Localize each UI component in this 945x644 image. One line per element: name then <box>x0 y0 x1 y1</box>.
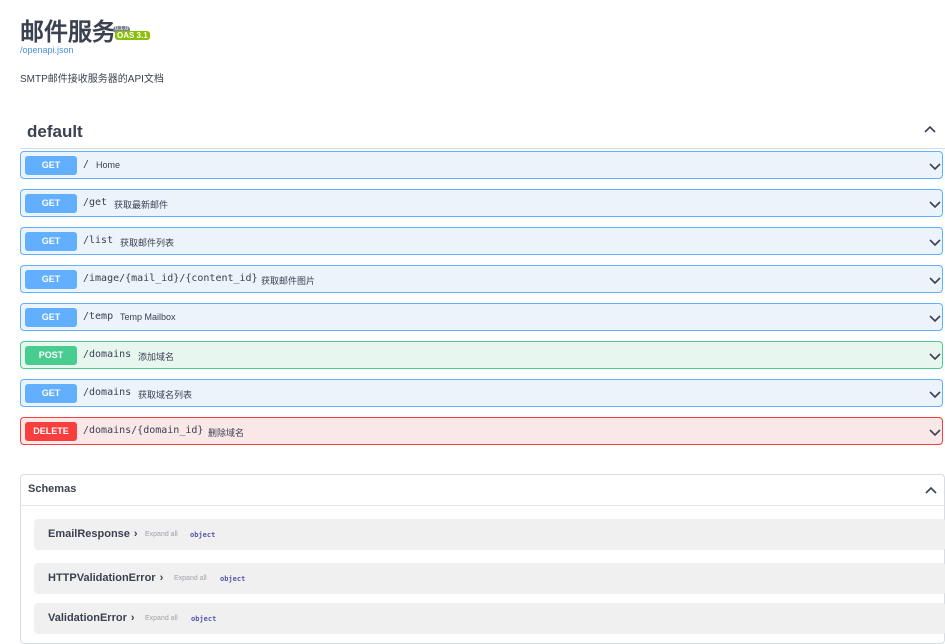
expand-all-button[interactable]: Expand all <box>145 615 178 622</box>
model-email-response[interactable]: EmailResponse › Expand all object <box>34 519 945 550</box>
operation-get-home[interactable]: GET / Home <box>20 151 943 179</box>
operation-get-image[interactable]: GET /image/{mail_id}/{content_id} 获取邮件图片 <box>20 265 943 293</box>
chevron-right-icon: › <box>133 528 138 540</box>
chevron-down-icon[interactable] <box>928 235 942 249</box>
operation-summary: 删除域名 <box>208 428 245 438</box>
operation-path: /temp <box>83 311 114 322</box>
operation-delete-domain[interactable]: DELETE /domains/{domain_id} 删除域名 <box>20 417 943 445</box>
model-name[interactable]: ValidationError › <box>48 612 135 624</box>
chevron-down-icon[interactable] <box>928 387 942 401</box>
chevron-right-icon: › <box>130 612 135 624</box>
schemas-title: Schemas <box>28 483 77 495</box>
operation-get-get[interactable]: GET /get 获取最新邮件 <box>20 189 943 217</box>
operation-path: /domains <box>83 387 132 398</box>
operation-path: / <box>83 159 90 170</box>
operation-path: /domains/{domain_id} <box>83 425 204 436</box>
chevron-down-icon[interactable] <box>928 273 942 287</box>
model-validation-error[interactable]: ValidationError › Expand all object <box>34 603 945 634</box>
operation-path: /domains <box>83 349 132 360</box>
operation-get-list[interactable]: GET /list 获取邮件列表 <box>20 227 943 255</box>
operation-path: /get <box>83 197 108 208</box>
chevron-up-icon[interactable] <box>924 483 938 497</box>
page-title: 邮件服务 <box>20 19 116 46</box>
method-badge: GET <box>25 194 77 213</box>
chevron-down-icon[interactable] <box>928 425 942 439</box>
tag-section-header[interactable]: default <box>20 118 945 149</box>
method-badge: DELETE <box>25 422 77 441</box>
model-name[interactable]: HTTPValidationError › <box>48 572 163 584</box>
chevron-down-icon[interactable] <box>928 349 942 363</box>
operation-summary: 获取邮件列表 <box>120 238 175 248</box>
operation-get-temp[interactable]: GET /temp Temp Mailbox <box>20 303 943 331</box>
operation-post-domains[interactable]: POST /domains 添加域名 <box>20 341 943 369</box>
chevron-down-icon[interactable] <box>928 159 942 173</box>
schemas-section: Schemas EmailResponse › Expand all object… <box>20 474 945 644</box>
method-badge: GET <box>25 232 77 251</box>
oas-badge: OAS 3.1 <box>115 31 150 40</box>
operation-summary: 获取最新邮件 <box>114 200 169 210</box>
operation-path: /image/{mail_id}/{content_id} <box>83 273 258 284</box>
expand-all-button[interactable]: Expand all <box>174 575 207 582</box>
operation-summary: 获取域名列表 <box>138 390 193 400</box>
operation-summary: 添加域名 <box>138 352 175 362</box>
method-badge: GET <box>25 156 77 175</box>
chevron-down-icon[interactable] <box>928 311 942 325</box>
schemas-header[interactable]: Schemas <box>21 475 944 506</box>
tag-title: default <box>27 122 83 141</box>
chevron-down-icon[interactable] <box>928 197 942 211</box>
model-type: object <box>190 531 216 539</box>
operation-summary: Temp Mailbox <box>120 312 176 322</box>
model-http-validation-error[interactable]: HTTPValidationError › Expand all object <box>34 563 945 594</box>
method-badge: GET <box>25 308 77 327</box>
method-badge: GET <box>25 270 77 289</box>
api-description: SMTP邮件接收服务器的API文档 <box>20 74 164 85</box>
model-type: object <box>191 615 217 623</box>
method-badge: GET <box>25 384 77 403</box>
expand-all-button[interactable]: Expand all <box>145 531 178 538</box>
operation-summary: 获取邮件图片 <box>261 276 316 286</box>
openapi-json-link[interactable]: /openapi.json <box>20 45 74 55</box>
chevron-right-icon: › <box>159 572 164 584</box>
operation-get-domains[interactable]: GET /domains 获取域名列表 <box>20 379 943 407</box>
model-type: object <box>220 575 246 583</box>
method-badge: POST <box>25 346 77 365</box>
model-name[interactable]: EmailResponse › <box>48 528 138 540</box>
chevron-up-icon[interactable] <box>923 122 937 136</box>
operation-path: /list <box>83 235 114 246</box>
operation-summary: Home <box>96 160 121 170</box>
